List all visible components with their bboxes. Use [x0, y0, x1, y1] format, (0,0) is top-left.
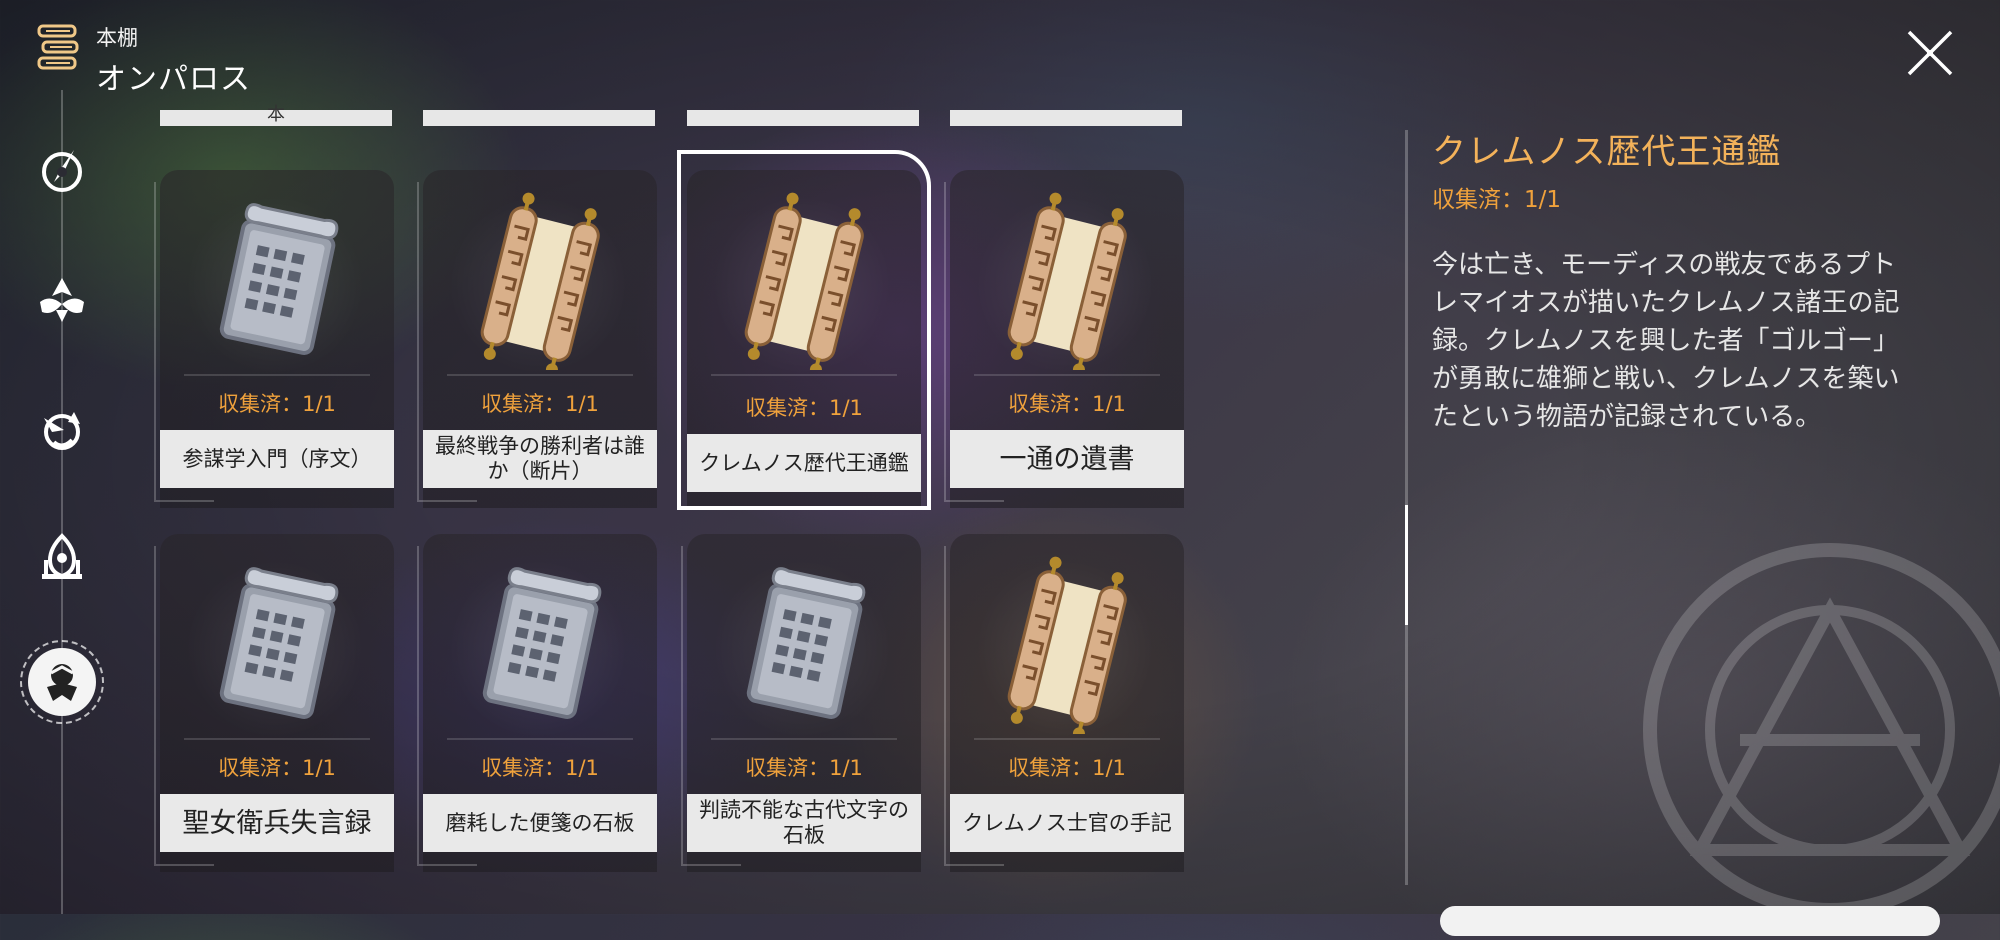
stone-tablet-icon	[746, 567, 866, 719]
collection-status: 収集済：1/1	[218, 392, 336, 416]
partial-card-label[interactable]	[423, 110, 655, 126]
scroll-icon	[1007, 192, 1127, 370]
book-title: 参謀学入門（序文）	[160, 430, 394, 488]
nav-compass[interactable]	[30, 138, 94, 202]
book-card-selected[interactable]: 収集済：1/1 クレムノス歴代王通鑑	[677, 150, 931, 510]
book-card[interactable]: 収集済：1/1 最終戦争の勝利者は誰か（断片）	[417, 170, 657, 508]
partial-card-label[interactable]: 本	[160, 106, 392, 126]
book-title: 最終戦争の勝利者は誰か（断片）	[423, 430, 657, 488]
scroll-icon	[480, 192, 600, 370]
nav-temple[interactable]	[30, 526, 94, 590]
scrollbar-thumb[interactable]	[1405, 505, 1408, 625]
book-card[interactable]: 収集済：1/1 一通の遺書	[944, 170, 1184, 508]
stone-tablet-icon	[482, 567, 602, 719]
partial-card-label[interactable]	[687, 110, 919, 126]
book-card[interactable]: 収集済：1/1 磨耗した便箋の石板	[417, 534, 657, 872]
detail-description: 今は亡き、モーディスの戦友であるプトレマイオスが描いたクレムノス諸王の記録。クレ…	[1432, 250, 1900, 432]
book-title: クレムノス士官の手記	[950, 794, 1184, 852]
collection-status: 収集済：1/1	[1008, 392, 1126, 416]
nav-lion[interactable]	[30, 398, 94, 462]
detail-status: 収集済：1/1	[1432, 187, 1562, 213]
temple-icon	[42, 533, 82, 579]
collection-status: 収集済：1/1	[1008, 756, 1126, 780]
header-subtitle: 本棚	[96, 26, 138, 50]
detail-scrollbar[interactable]	[1405, 130, 1408, 885]
nav-leaf[interactable]	[30, 268, 94, 332]
detail-title: クレムノス歴代王通鑑	[1432, 132, 1782, 172]
book-title: 磨耗した便箋の石板	[423, 794, 657, 852]
scroll-icon	[1007, 556, 1127, 734]
bookshelf-icon	[37, 24, 79, 70]
stone-tablet-icon	[219, 203, 339, 355]
nav-warrior-active[interactable]	[20, 640, 104, 724]
kremnos-emblem-icon	[1643, 543, 2000, 917]
stone-tablet-icon	[219, 567, 339, 719]
collection-status: 収集済：1/1	[481, 392, 599, 416]
book-card[interactable]: 収集済：1/1 クレムノス士官の手記	[944, 534, 1184, 872]
book-title: 聖女衛兵失言録	[160, 794, 394, 852]
book-card[interactable]: 収集済：1/1 聖女衛兵失言録	[154, 534, 394, 872]
selection-frame	[677, 150, 931, 510]
sidebar-rail	[61, 90, 63, 914]
book-title: 判読不能な古代文字の石板	[687, 794, 921, 852]
close-button[interactable]	[1905, 28, 1955, 78]
book-title: 一通の遺書	[950, 430, 1184, 488]
book-card[interactable]: 収集済：1/1 判読不能な古代文字の石板	[681, 534, 921, 872]
compass-icon	[42, 150, 82, 192]
collection-status: 収集済：1/1	[745, 756, 863, 780]
book-grid: 本 収集済：1/1 参謀学入門（序文） 収集済：1/1 最終戦争の勝利者は誰か（…	[152, 106, 1192, 890]
collection-status: 収集済：1/1	[481, 756, 599, 780]
tri-leaf-icon	[40, 278, 84, 322]
lion-icon	[44, 412, 80, 450]
header-title: オンパロス	[96, 62, 251, 97]
header: 本棚 オンパロス	[36, 22, 251, 98]
warrior-icon	[47, 664, 77, 701]
collection-status: 収集済：1/1	[218, 756, 336, 780]
book-card[interactable]: 収集済：1/1 参謀学入門（序文）	[154, 170, 394, 508]
partial-card-label[interactable]	[950, 110, 1182, 126]
action-button-partial[interactable]	[1440, 906, 1940, 936]
